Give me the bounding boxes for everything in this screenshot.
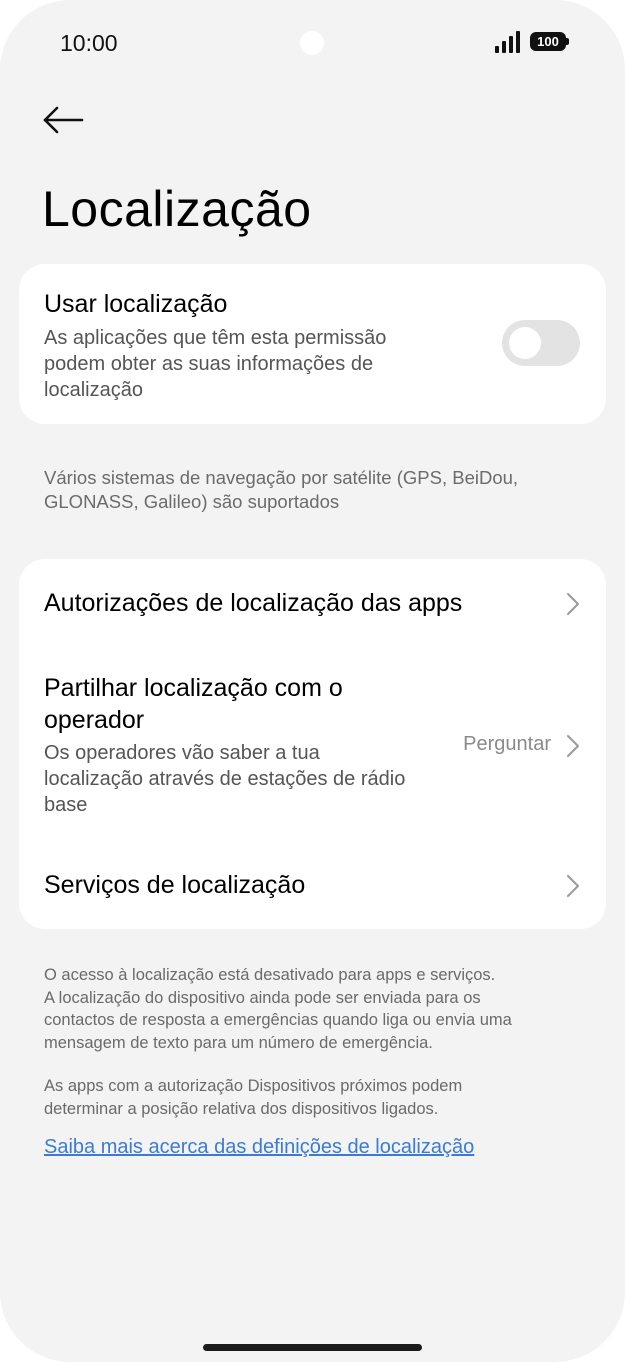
home-indicator[interactable] (203, 1344, 422, 1351)
status-bar: 10:00 100 (0, 0, 625, 90)
use-location-toggle[interactable] (502, 320, 580, 366)
location-disabled-info: O acesso à localização está desativado p… (44, 964, 589, 1054)
app-location-permissions-label: Autorizações de localização das apps (44, 589, 463, 617)
share-location-carrier-subtitle-line: base (44, 794, 88, 816)
use-location-subtitle-line: localização (44, 379, 143, 401)
share-location-carrier-title-line: operador (44, 706, 145, 734)
info-line: mensagem de texto para um número de emer… (44, 1033, 433, 1052)
location-settings-card: Autorizações de localização das apps Par… (19, 559, 606, 929)
gnss-note-line: GLONASS, Galileo) são suportados (44, 491, 340, 512)
page-title: Localização (42, 181, 312, 237)
back-button[interactable] (40, 100, 86, 140)
chevron-right-icon (567, 735, 579, 757)
battery-level: 100 (537, 34, 559, 49)
gnss-note: Vários sistemas de navegação por satélit… (44, 466, 584, 514)
arrow-left-icon (43, 106, 84, 134)
chevron-right-icon (567, 875, 579, 897)
info-line: determinar a posição relativa dos dispos… (44, 1099, 439, 1118)
battery-icon: 100 (530, 32, 569, 51)
toggle-knob (509, 327, 541, 359)
phone-screen: 10:00 100 Localização Usar localização A… (0, 0, 625, 1362)
info-line: As apps com a autorização Dispositivos p… (44, 1077, 463, 1095)
front-camera (300, 31, 324, 55)
status-time: 10:00 (60, 30, 118, 56)
nearby-devices-info: As apps com a autorização Dispositivos p… (44, 1075, 589, 1120)
use-location-card: Usar localização As aplicações que têm e… (19, 264, 606, 424)
chevron-right-icon (567, 593, 579, 615)
share-location-carrier-subtitle-line: Os operadores vão saber a tua (44, 742, 320, 764)
info-line: A localização do dispositivo ainda pode … (44, 988, 481, 1007)
share-location-carrier-title-line: Partilhar localização com o (44, 674, 343, 702)
share-location-carrier-subtitle-line: localização através de estações de rádio (44, 768, 406, 790)
gnss-note-line: Vários sistemas de navegação por satélit… (44, 467, 519, 488)
share-location-carrier-value: Perguntar (463, 733, 551, 755)
info-line: O acesso à localização está desativado p… (44, 966, 496, 984)
info-line: contactos de resposta a emergências quan… (44, 1011, 512, 1029)
use-location-subtitle-line: podem obter as suas informações de (44, 353, 374, 375)
learn-more-link[interactable]: Saiba mais acerca das definições de loca… (44, 1136, 474, 1159)
location-services-label: Serviços de localização (44, 871, 306, 899)
use-location-subtitle-line: As aplicações que têm esta permissão (44, 327, 387, 349)
use-location-title: Usar localização (44, 290, 228, 318)
signal-icon (495, 31, 521, 53)
